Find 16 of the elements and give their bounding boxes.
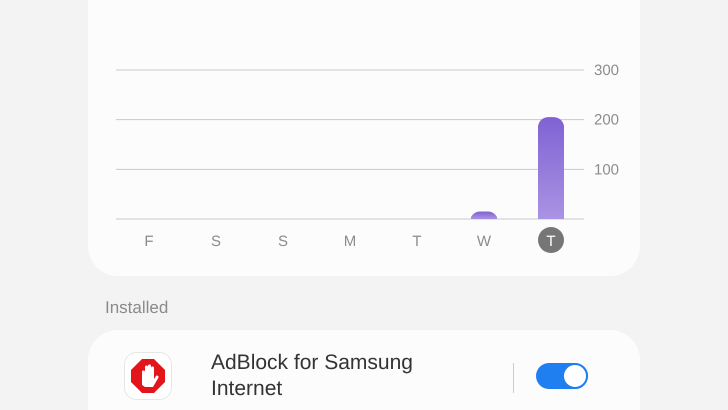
axis-label: 300	[594, 62, 620, 79]
stop-hand-icon	[124, 352, 172, 400]
toggle-switch[interactable]	[536, 363, 588, 389]
day-label[interactable]: S	[211, 233, 221, 250]
extension-name: AdBlock for Samsung Internet	[211, 350, 414, 402]
bar	[471, 212, 497, 219]
day-label[interactable]: W	[476, 233, 492, 250]
day-label[interactable]: T	[412, 233, 422, 250]
axis-label: 200	[594, 112, 620, 129]
x-tick-label: T	[546, 233, 556, 250]
selected-day-label[interactable]: T	[538, 227, 564, 253]
section-header: Installed	[105, 297, 170, 316]
day-label[interactable]: S	[278, 233, 288, 250]
day-label[interactable]: F	[144, 233, 154, 250]
axis-label: 100	[594, 161, 620, 178]
day-label[interactable]: M	[344, 233, 356, 250]
